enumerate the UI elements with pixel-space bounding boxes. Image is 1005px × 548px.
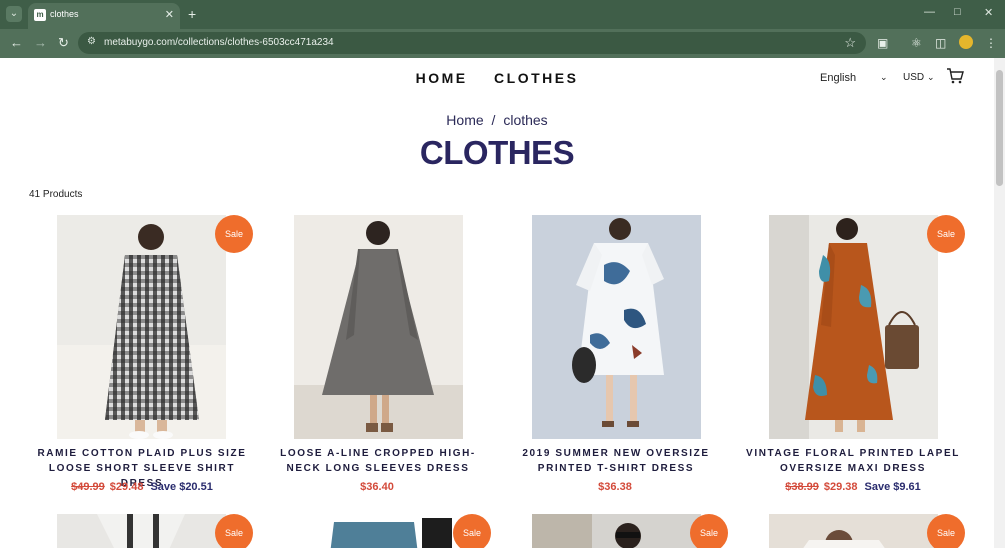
- currency-chevron-down-icon[interactable]: ⌄: [927, 72, 935, 83]
- product-card[interactable]: Sale RAMIE COTTON PLAID PLUS SIZE LOOSE …: [28, 215, 256, 515]
- sale-badge: Sale: [215, 215, 253, 253]
- nav-clothes-link[interactable]: CLOTHES: [494, 70, 578, 86]
- sale-price: $36.40: [360, 481, 394, 493]
- currency-select[interactable]: USD: [903, 72, 924, 83]
- sale-badge: Sale: [927, 215, 965, 253]
- close-window-icon[interactable]: ✕: [984, 6, 993, 19]
- product-card[interactable]: 2019 SUMMER NEW OVERSIZE PRINTED T-SHIRT…: [502, 215, 730, 515]
- breadcrumb-current: clothes: [503, 112, 548, 128]
- product-title[interactable]: 2019 SUMMER NEW OVERSIZE PRINTED T-SHIRT…: [502, 446, 730, 476]
- bookmark-star-icon[interactable]: ☆: [844, 35, 856, 51]
- profile-avatar-icon[interactable]: [959, 35, 973, 49]
- address-bar[interactable]: ⚙ metabuygo.com/collections/clothes-6503…: [78, 32, 866, 54]
- compare-at-price: $49.99: [71, 481, 105, 493]
- product-price: $49.99 $29.48 Save $20.51: [28, 481, 256, 493]
- shopping-cart-icon[interactable]: [946, 68, 964, 89]
- product-image[interactable]: [57, 215, 226, 439]
- product-card[interactable]: Sale VINTAGE FLORAL PRINTED LAPEL OVERSI…: [739, 215, 967, 515]
- product-image[interactable]: [294, 215, 463, 439]
- page-viewport: HOME CLOTHES English ⌄ USD ⌄ Home / clot…: [0, 58, 994, 548]
- reload-icon[interactable]: ↻: [58, 35, 69, 51]
- product-title[interactable]: LOOSE A-LINE CROPPED HIGH-NECK LONG SLEE…: [264, 446, 492, 476]
- breadcrumb-home-link[interactable]: Home: [446, 112, 483, 128]
- savings-amount: Save $9.61: [864, 481, 921, 493]
- forward-arrow-icon[interactable]: →: [34, 35, 47, 51]
- breadcrumb-separator: /: [491, 112, 496, 128]
- minimize-icon[interactable]: —: [924, 6, 935, 18]
- back-arrow-icon[interactable]: ←: [10, 35, 23, 51]
- product-image[interactable]: [294, 514, 463, 548]
- product-image[interactable]: [57, 514, 226, 548]
- browser-chrome: ⌄ m clothes ✕ + — □ ✕ ← → ↻ ⚙ metabuygo.…: [0, 0, 1005, 58]
- compare-at-price: $38.99: [785, 481, 819, 493]
- product-price: $36.40: [264, 481, 492, 493]
- sale-badge: Sale: [215, 514, 253, 548]
- site-favicon-icon: m: [34, 9, 46, 21]
- product-title[interactable]: VINTAGE FLORAL PRINTED LAPEL OVERSIZE MA…: [739, 446, 967, 476]
- tab-title: clothes: [50, 9, 79, 19]
- page-scrollbar[interactable]: [994, 58, 1005, 548]
- product-image[interactable]: [769, 514, 938, 548]
- browser-toolbar: ← → ↻ ⚙ metabuygo.com/collections/clothe…: [0, 29, 1005, 58]
- product-price: $38.99 $29.38 Save $9.61: [739, 481, 967, 493]
- sale-badge: Sale: [690, 514, 728, 548]
- product-price: $36.38: [502, 481, 730, 493]
- sale-badge: Sale: [927, 514, 965, 548]
- menu-dots-icon[interactable]: ⋮: [985, 35, 997, 51]
- extensions-puzzle-icon[interactable]: ▣: [877, 35, 888, 51]
- labs-flask-icon[interactable]: ⚛: [911, 35, 922, 51]
- language-select[interactable]: English: [820, 72, 856, 84]
- browser-tab[interactable]: m clothes ✕: [28, 3, 180, 29]
- sale-price: $36.38: [598, 481, 632, 493]
- scrollbar-thumb[interactable]: [996, 70, 1003, 186]
- sale-price: $29.48: [109, 481, 144, 493]
- product-card[interactable]: LOOSE A-LINE CROPPED HIGH-NECK LONG SLEE…: [264, 215, 492, 515]
- sale-price: $29.38: [823, 481, 858, 493]
- breadcrumb: Home / clothes: [0, 112, 994, 128]
- page-title: CLOTHES: [419, 134, 575, 171]
- product-image[interactable]: [532, 215, 701, 439]
- close-tab-icon[interactable]: ✕: [165, 8, 174, 21]
- nav-home-link[interactable]: HOME: [416, 70, 468, 86]
- savings-amount: Save $20.51: [150, 481, 213, 493]
- language-chevron-down-icon[interactable]: ⌄: [880, 72, 888, 83]
- site-info-icon[interactable]: ⚙: [87, 36, 96, 47]
- maximize-icon[interactable]: □: [954, 6, 961, 18]
- sale-badge: Sale: [453, 514, 491, 548]
- tab-strip: ⌄ m clothes ✕ + — □ ✕: [0, 0, 1005, 29]
- product-image[interactable]: [532, 514, 701, 548]
- tab-search-chevron-icon[interactable]: ⌄: [6, 6, 22, 22]
- product-image[interactable]: [769, 215, 938, 439]
- product-count: 41 Products: [29, 189, 83, 200]
- new-tab-plus-icon[interactable]: +: [188, 6, 196, 22]
- url-text[interactable]: metabuygo.com/collections/clothes-6503cc…: [104, 37, 334, 48]
- side-panel-icon[interactable]: ◫: [935, 35, 946, 51]
